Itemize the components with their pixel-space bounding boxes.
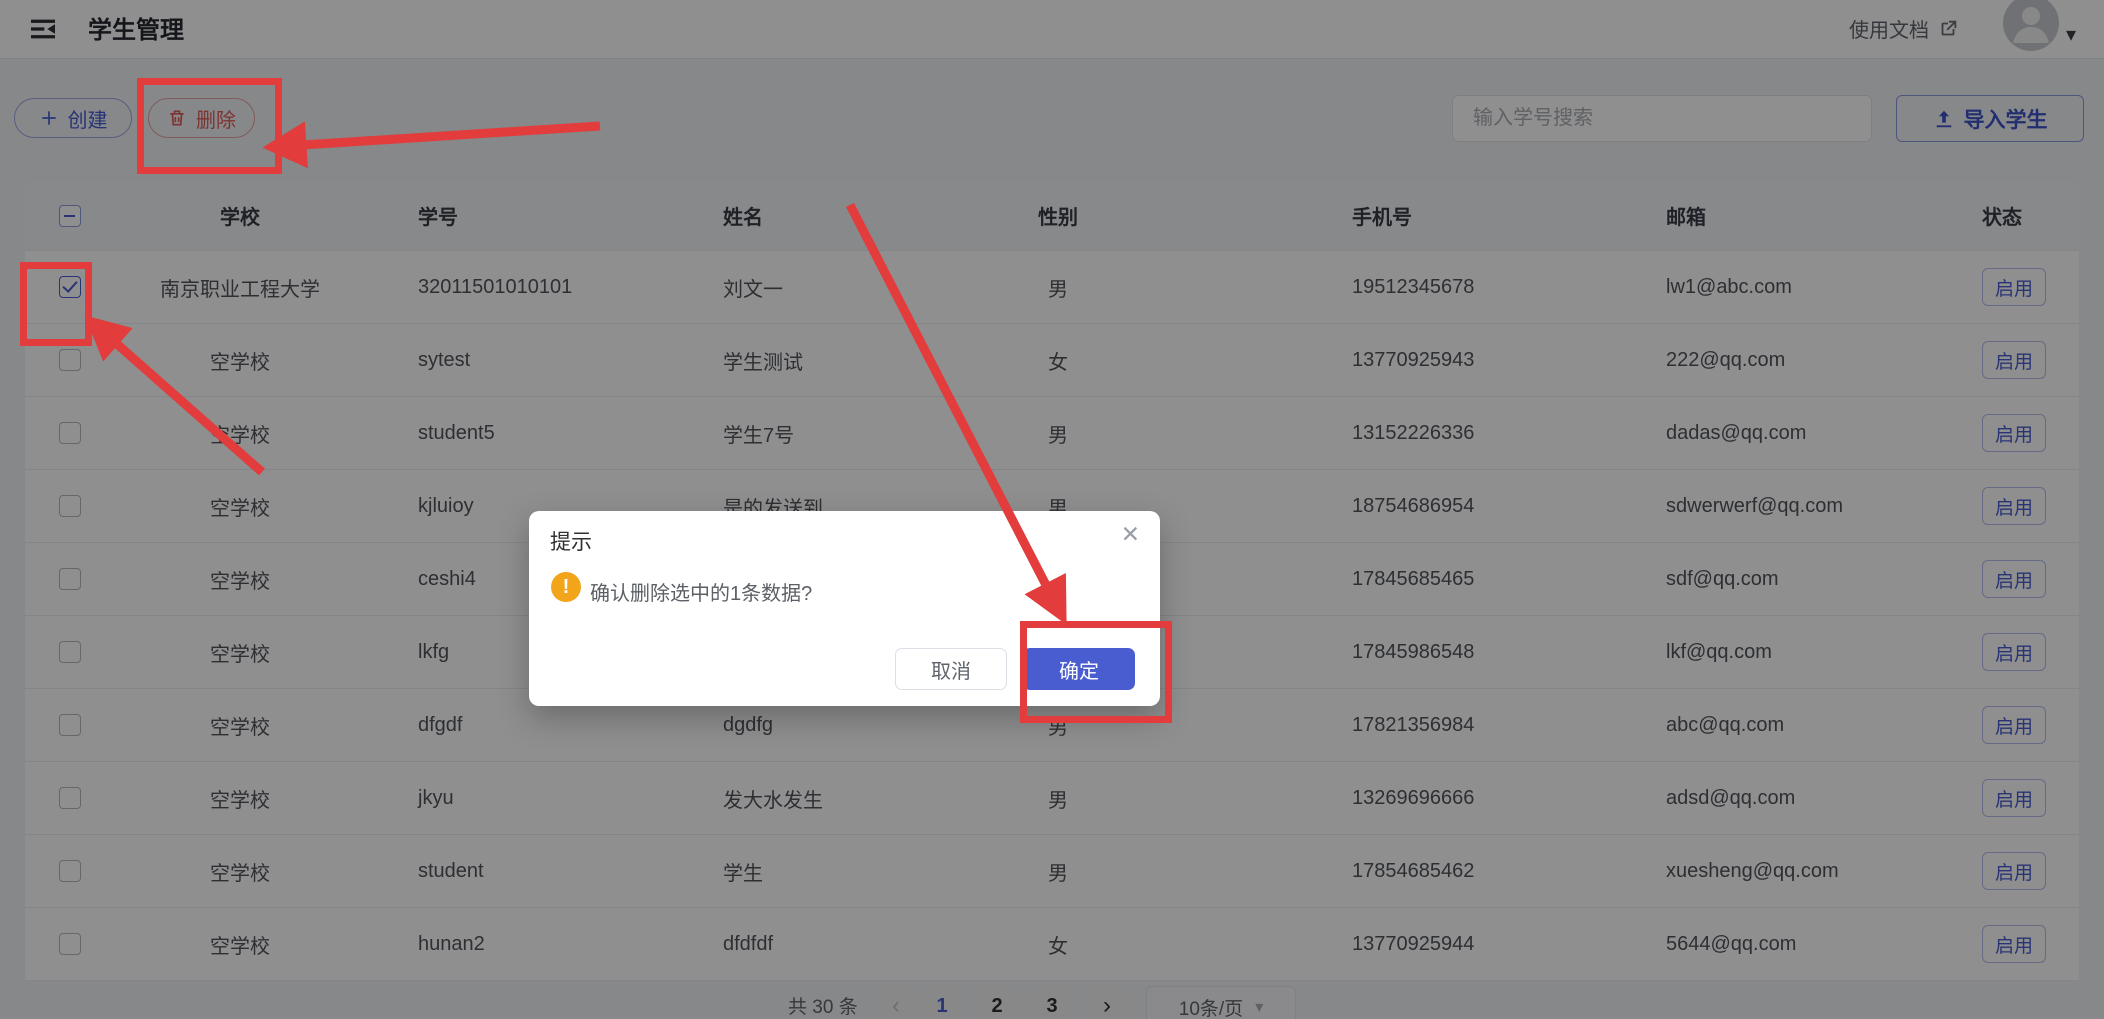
cancel-button[interactable]: 取消 [895, 648, 1007, 690]
warning-icon: ! [551, 572, 581, 602]
dialog-message: 确认删除选中的1条数据? [590, 583, 813, 605]
dialog-title: 提示 [550, 531, 592, 554]
close-icon[interactable]: ✕ [1121, 523, 1140, 546]
student-management-page: 学生管理 使用文档 ▾ 创建 删除 导入学生 [0, 0, 2104, 1019]
confirm-dialog: 提示 ✕ ! 确认删除选中的1条数据? 取消 确定 [529, 511, 1160, 706]
confirm-button[interactable]: 确定 [1023, 648, 1135, 690]
modal-overlay [0, 0, 2104, 1019]
